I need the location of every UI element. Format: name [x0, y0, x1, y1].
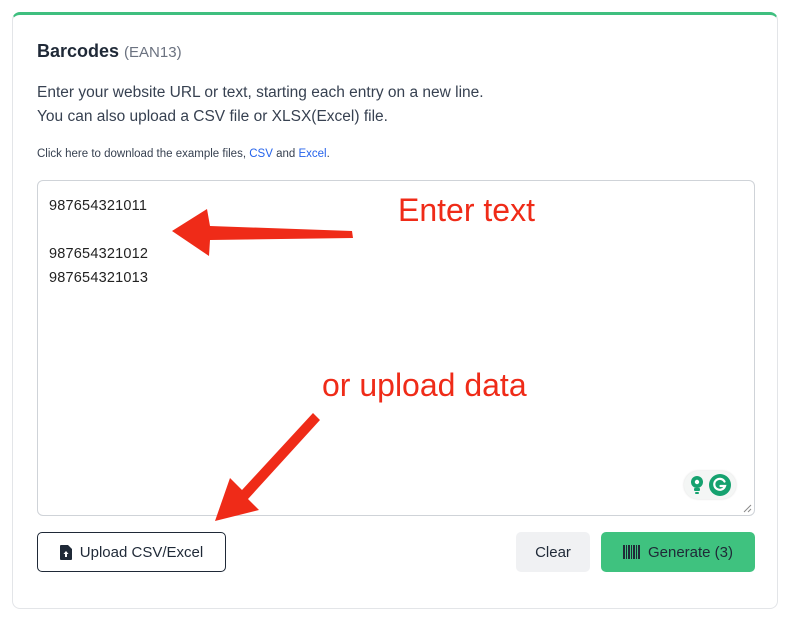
annotation-upload-data: or upload data [322, 367, 527, 403]
arrow-to-upload-button [215, 413, 320, 521]
annotation-enter-text: Enter text [398, 192, 535, 228]
annotation-arrows [172, 209, 353, 521]
arrow-to-textarea [172, 209, 353, 256]
